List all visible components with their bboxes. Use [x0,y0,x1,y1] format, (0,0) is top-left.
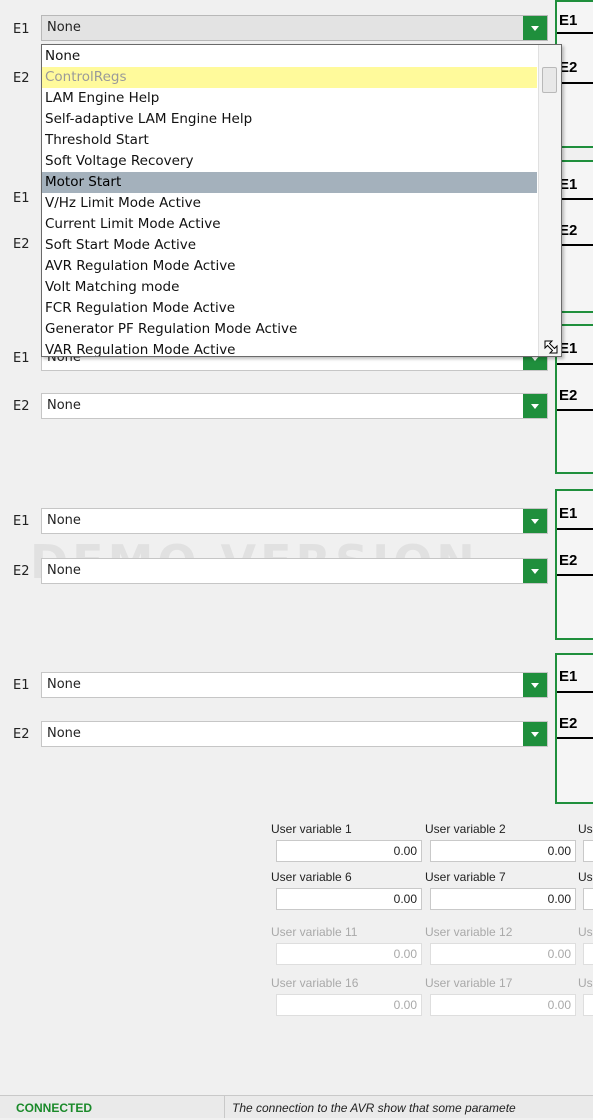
user-variable-label: Us [578,925,593,939]
connection-status: CONNECTED [0,1096,225,1118]
user-variable-input[interactable]: 0.00 [430,943,576,965]
group3-e1-label: E1 [13,351,30,366]
box-e1-label: E1 [559,668,578,685]
group3-e2-value: None [47,398,81,413]
group4-indicator-box: E1 E2 [555,489,593,640]
user-variable-input[interactable]: 0.00 [276,943,422,965]
box-e2-line [557,409,593,411]
user-variable-input[interactable]: 0.00 [430,840,576,862]
box-e2-line [557,737,593,739]
event-dropdown-list[interactable]: None ControlRegs LAM Engine Help Self-adapt… [41,44,562,357]
user-variable-input[interactable] [583,994,593,1016]
user-variable-input[interactable] [583,840,593,862]
box-e1-line [557,198,593,200]
user-variable-input[interactable]: 0.00 [430,994,576,1016]
user-variable-label: User variable 1 [271,822,352,836]
dropdown-option[interactable]: Threshold Start [42,130,537,151]
box-e1-label: E1 [559,12,578,29]
dropdown-option[interactable]: Current Limit Mode Active [42,214,537,235]
group3-e2-label: E2 [13,399,30,414]
group5-e2-label: E2 [13,727,30,742]
user-variable-input[interactable] [583,888,593,910]
user-variable-label: User variable 12 [425,925,513,939]
user-variable-label: User variable 11 [271,925,358,939]
dropdown-option[interactable]: Soft Voltage Recovery [42,151,537,172]
chevron-down-icon[interactable] [523,509,547,533]
dropdown-option[interactable]: ControlRegs [42,67,537,88]
group5-e1-select[interactable]: None [41,672,548,698]
box-e2-label: E2 [559,715,578,732]
box-e2-line [557,574,593,576]
group1-e1-value: None [47,20,81,35]
dropdown-option[interactable]: V/Hz Limit Mode Active [42,193,537,214]
chevron-down-icon[interactable] [523,559,547,583]
group4-e1-label: E1 [13,514,30,529]
box-e2-label: E2 [559,387,578,404]
dropdown-option[interactable]: LAM Engine Help [42,88,537,109]
chevron-down-icon[interactable] [523,673,547,697]
group5-e2-value: None [47,726,81,741]
user-variable-input[interactable]: 0.00 [276,840,422,862]
box-e1-line [557,363,593,365]
user-variable-label: User variable 2 [425,822,506,836]
dropdown-option[interactable]: VAR Regulation Mode Active [42,340,537,356]
group2-e2-label: E2 [13,237,30,252]
user-variable-label: User variable 7 [425,870,506,884]
user-variable-input[interactable] [583,943,593,965]
user-variable-label: Us [578,870,593,884]
group4-e2-label: E2 [13,564,30,579]
dropdown-option[interactable]: Volt Matching mode [42,277,537,298]
chevron-down-icon[interactable] [523,722,547,746]
box-e1-label: E1 [559,505,578,522]
user-variable-label: User variable 17 [425,976,513,990]
dropdown-option[interactable]: FCR Regulation Mode Active [42,298,537,319]
status-bar: CONNECTED The connection to the AVR show… [0,1095,593,1118]
group1-e1-label: E1 [13,22,30,37]
chevron-down-icon[interactable] [523,16,547,40]
box-e2-label: E2 [559,59,578,76]
box-e1-label: E1 [559,176,578,193]
user-variable-label: Us [578,976,593,990]
dropdown-option[interactable]: Soft Start Mode Active [42,235,537,256]
group1-e1-select[interactable]: None [41,15,548,41]
dropdown-option[interactable]: Generator PF Regulation Mode Active [42,319,537,340]
dropdown-option[interactable]: Motor Start [42,172,537,193]
group4-e1-value: None [47,513,81,528]
status-message: The connection to the AVR show that some… [232,1101,516,1115]
box-e2-line [557,244,593,246]
dropdown-options: None ControlRegs LAM Engine Help Self-adapt… [42,46,537,356]
chevron-down-icon[interactable] [523,394,547,418]
dropdown-option[interactable]: None [42,46,537,67]
user-variable-input[interactable]: 0.00 [276,994,422,1016]
group1-e2-label: E2 [13,71,30,86]
scrollbar-thumb[interactable] [542,67,557,93]
user-variable-label: User variable 6 [271,870,352,884]
group4-e2-select[interactable]: None [41,558,548,584]
resize-cursor-icon [544,340,558,354]
group2-e1-label: E1 [13,191,30,206]
user-variable-label: Us [578,822,593,836]
user-variable-input[interactable]: 0.00 [276,888,422,910]
group4-e2-value: None [47,563,81,578]
box-e1-label: E1 [559,340,578,357]
box-e2-line [557,82,593,84]
box-e1-line [557,691,593,693]
user-variable-label: User variable 16 [271,976,359,990]
group5-indicator-box: E1 E2 [555,653,593,804]
box-e1-line [557,32,593,34]
box-e2-label: E2 [559,222,578,239]
group5-e1-value: None [47,677,81,692]
box-e1-line [557,528,593,530]
dropdown-option[interactable]: AVR Regulation Mode Active [42,256,537,277]
group4-e1-select[interactable]: None [41,508,548,534]
dropdown-option[interactable]: Self-adaptive LAM Engine Help [42,109,537,130]
box-e2-label: E2 [559,552,578,569]
user-variable-input[interactable]: 0.00 [430,888,576,910]
group5-e2-select[interactable]: None [41,721,548,747]
group5-e1-label: E1 [13,678,30,693]
dropdown-scrollbar[interactable] [538,45,561,356]
group3-e2-select[interactable]: None [41,393,548,419]
